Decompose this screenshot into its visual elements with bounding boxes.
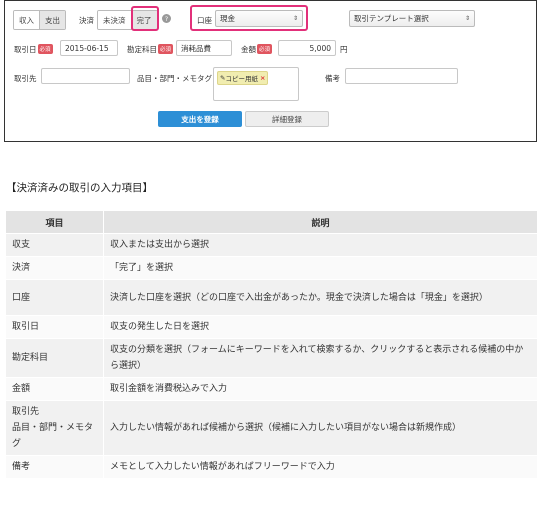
help-icon[interactable]: ? <box>162 14 171 23</box>
account-label: 口座 <box>197 16 212 25</box>
required-badge: 必須 <box>37 44 53 54</box>
date-label: 取引日 必須 <box>14 44 53 55</box>
select-arrows-icon: ⇕ <box>464 15 470 22</box>
table-row: 取引日 収支の発生した日を選択 <box>5 315 538 339</box>
currency-unit: 円 <box>340 45 348 54</box>
submit-expense-button[interactable]: 支出を登録 <box>158 111 242 127</box>
table-row: 取引先 品目・部門・メモタグ 入力したい情報があれば候補から選択（候補に入力した… <box>5 400 538 456</box>
section-heading: 【決済済みの取引の入力項目】 <box>6 182 153 194</box>
table-row: 収支 収入または支出から選択 <box>5 233 538 257</box>
table-row: 金額 取引金額を消費税込みで入力 <box>5 377 538 401</box>
item-tag-label: 品目・部門・メモタグ <box>137 74 212 83</box>
row-item: 口座 <box>5 279 104 316</box>
row-item: 勘定科目 <box>5 338 104 378</box>
fields-table: 項目 説明 収支 収入または支出から選択 決済 「完了」を選択 口座 決済した口… <box>5 210 538 479</box>
income-option[interactable]: 収入 <box>14 11 39 29</box>
row-description: メモとして入力したい情報があればフリーワードで入力 <box>103 455 538 479</box>
category-label: 勘定科目 必須 <box>127 44 174 55</box>
row-item: 金額 <box>5 377 104 401</box>
partner-label: 取引先 <box>14 74 37 83</box>
row-description: 収支の分類を選択（フォームにキーワードを入れて検索するか、クリックすると表示され… <box>103 338 538 378</box>
row-item: 収支 <box>5 233 104 257</box>
column-header-description: 説明 <box>103 210 538 234</box>
unsettled-option[interactable]: 未決済 <box>98 11 131 29</box>
row-item: 取引日 <box>5 315 104 339</box>
row-item: 取引先 品目・部門・メモタグ <box>5 400 104 456</box>
required-badge: 必須 <box>158 44 174 54</box>
amount-label: 金額 必須 <box>241 44 273 55</box>
tag-remove-icon[interactable]: × <box>260 74 265 82</box>
transaction-form: 収入 支出 決済 未決済 完了 ? 口座 現金 ⇕ 取引テンプレート選択 ⇕ 取… <box>4 0 537 142</box>
tag-text: コピー用紙 <box>225 75 258 83</box>
select-arrows-icon: ⇕ <box>292 15 298 22</box>
row-description: 収支の発生した日を選択 <box>103 315 538 339</box>
tag-chip: ✎ コピー用紙 × <box>217 71 269 85</box>
account-select[interactable]: 現金 ⇕ <box>215 10 303 27</box>
table-header-row: 項目 説明 <box>5 210 538 234</box>
expense-option[interactable]: 支出 <box>39 11 65 29</box>
income-expense-toggle: 収入 支出 <box>13 10 66 30</box>
row-item: 備考 <box>5 455 104 479</box>
note-input[interactable] <box>345 68 458 84</box>
required-badge: 必須 <box>257 44 273 54</box>
note-label: 備考 <box>325 74 340 83</box>
table-row: 決済 「完了」を選択 <box>5 256 538 280</box>
date-label-text: 取引日 <box>14 45 37 54</box>
table-row: 口座 決済した口座を選択（どの口座で入出金があったか。現金で決済した場合は「現金… <box>5 279 538 316</box>
table-row: 備考 メモとして入力したい情報があればフリーワードで入力 <box>5 455 538 479</box>
detail-register-button[interactable]: 詳細登録 <box>245 111 329 127</box>
account-value: 現金 <box>220 14 235 23</box>
template-placeholder: 取引テンプレート選択 <box>354 14 429 23</box>
table-row: 勘定科目 収支の分類を選択（フォームにキーワードを入れて検索するか、クリックする… <box>5 338 538 378</box>
category-input[interactable]: 消耗品費 <box>176 40 232 56</box>
settled-highlight <box>131 6 159 31</box>
row-description: 「完了」を選択 <box>103 256 538 280</box>
row-description: 取引金額を消費税込みで入力 <box>103 377 538 401</box>
row-description: 決済した口座を選択（どの口座で入出金があったか。現金で決済した場合は「現金」を選… <box>103 279 538 316</box>
row-description: 収入または支出から選択 <box>103 233 538 257</box>
amount-label-text: 金額 <box>241 45 256 54</box>
date-input[interactable]: 2015-06-15 <box>60 40 118 56</box>
column-header-item: 項目 <box>5 210 104 234</box>
template-select[interactable]: 取引テンプレート選択 ⇕ <box>349 10 475 27</box>
category-label-text: 勘定科目 <box>127 45 157 54</box>
amount-input[interactable]: 5,000 <box>278 40 336 56</box>
settlement-label: 決済 <box>79 16 94 25</box>
row-item: 決済 <box>5 256 104 280</box>
partner-input[interactable] <box>41 68 130 84</box>
item-tag-input[interactable]: ✎ コピー用紙 × <box>213 67 299 101</box>
row-description: 入力したい情報があれば候補から選択（候補に入力したい項目がない場合は新規作成） <box>103 400 538 456</box>
